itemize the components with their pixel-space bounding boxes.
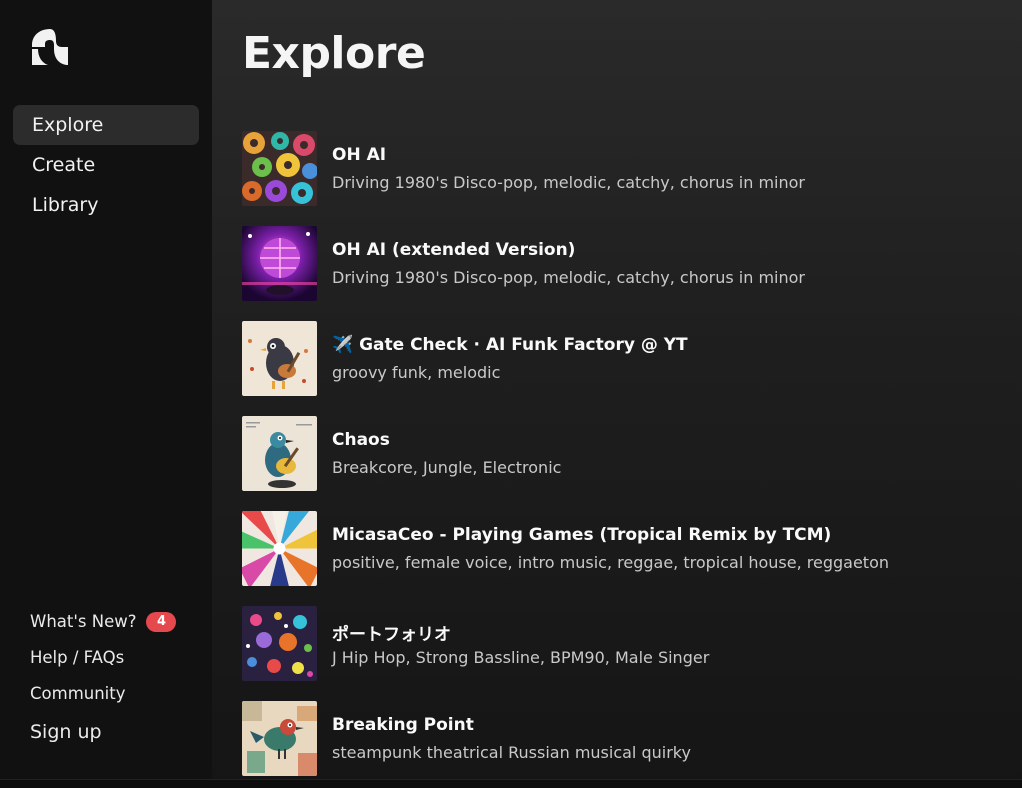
song-title[interactable]: OH AI (extended Version)	[332, 240, 575, 260]
whats-new-link[interactable]: What's New? 4	[30, 604, 200, 640]
song-list: OH AI Driving 1980's Disco-pop, melodic,…	[242, 131, 1002, 788]
nav-item-create[interactable]: Create	[13, 145, 199, 185]
nav-item-library[interactable]: Library	[13, 185, 199, 225]
song-title[interactable]: OH AI	[332, 145, 386, 165]
song-description: Driving 1980's Disco-pop, melodic, catch…	[332, 173, 805, 192]
sidebar-footer-links: What's New? 4 Help / FAQs Community Sign…	[30, 604, 200, 750]
song-title[interactable]: ポートフォリオ	[332, 620, 451, 645]
song-description: Driving 1980's Disco-pop, melodic, catch…	[332, 268, 805, 287]
song-item[interactable]: ポートフォリオ J Hip Hop, Strong Bassline, BPM9…	[242, 606, 1002, 701]
bird-guitar-yellow-art-icon[interactable]	[242, 416, 317, 491]
community-link[interactable]: Community	[30, 676, 200, 712]
song-description: Breakcore, Jungle, Electronic	[332, 458, 562, 477]
suno-logo-icon[interactable]	[30, 27, 70, 67]
song-description: groovy funk, melodic	[332, 363, 501, 382]
main-content: Explore OH AI Driving 1980's Disco-pop, …	[212, 0, 1022, 788]
song-description: steampunk theatrical Russian musical qui…	[332, 743, 691, 762]
dots-art-icon[interactable]	[242, 606, 317, 681]
song-item[interactable]: Chaos Breakcore, Jungle, Electronic	[242, 416, 1002, 511]
song-item[interactable]: MicasaCeo - Playing Games (Tropical Remi…	[242, 511, 1002, 606]
song-description: J Hip Hop, Strong Bassline, BPM90, Male …	[332, 648, 710, 667]
song-title[interactable]: MicasaCeo - Playing Games (Tropical Remi…	[332, 525, 831, 545]
whats-new-label: What's New?	[30, 612, 137, 631]
page-title: Explore	[242, 28, 426, 79]
color-burst-art-icon[interactable]	[242, 511, 317, 586]
nav-item-explore[interactable]: Explore	[13, 105, 199, 145]
song-title[interactable]: Chaos	[332, 430, 390, 450]
gears-art-icon[interactable]	[242, 131, 317, 206]
bird-guitar-art-icon[interactable]	[242, 321, 317, 396]
song-title[interactable]: ✈️ Gate Check · AI Funk Factory @ YT	[332, 335, 688, 355]
sign-up-link[interactable]: Sign up	[30, 714, 200, 750]
sidebar: Explore Create Library What's New? 4 Hel…	[0, 0, 212, 788]
whats-new-badge: 4	[146, 612, 177, 632]
help-faqs-link[interactable]: Help / FAQs	[30, 640, 200, 676]
main-nav: Explore Create Library	[13, 105, 199, 225]
song-description: positive, female voice, intro music, reg…	[332, 553, 890, 572]
disco-ball-art-icon[interactable]	[242, 226, 317, 301]
song-title[interactable]: Breaking Point	[332, 715, 474, 735]
song-item[interactable]: OH AI (extended Version) Driving 1980's …	[242, 226, 1002, 321]
bird-collage-art-icon[interactable]	[242, 701, 317, 776]
song-item[interactable]: ✈️ Gate Check · AI Funk Factory @ YT gro…	[242, 321, 1002, 416]
bottom-bar	[0, 779, 1022, 788]
song-item[interactable]: OH AI Driving 1980's Disco-pop, melodic,…	[242, 131, 1002, 226]
song-item[interactable]: Breaking Point steampunk theatrical Russ…	[242, 701, 1002, 788]
